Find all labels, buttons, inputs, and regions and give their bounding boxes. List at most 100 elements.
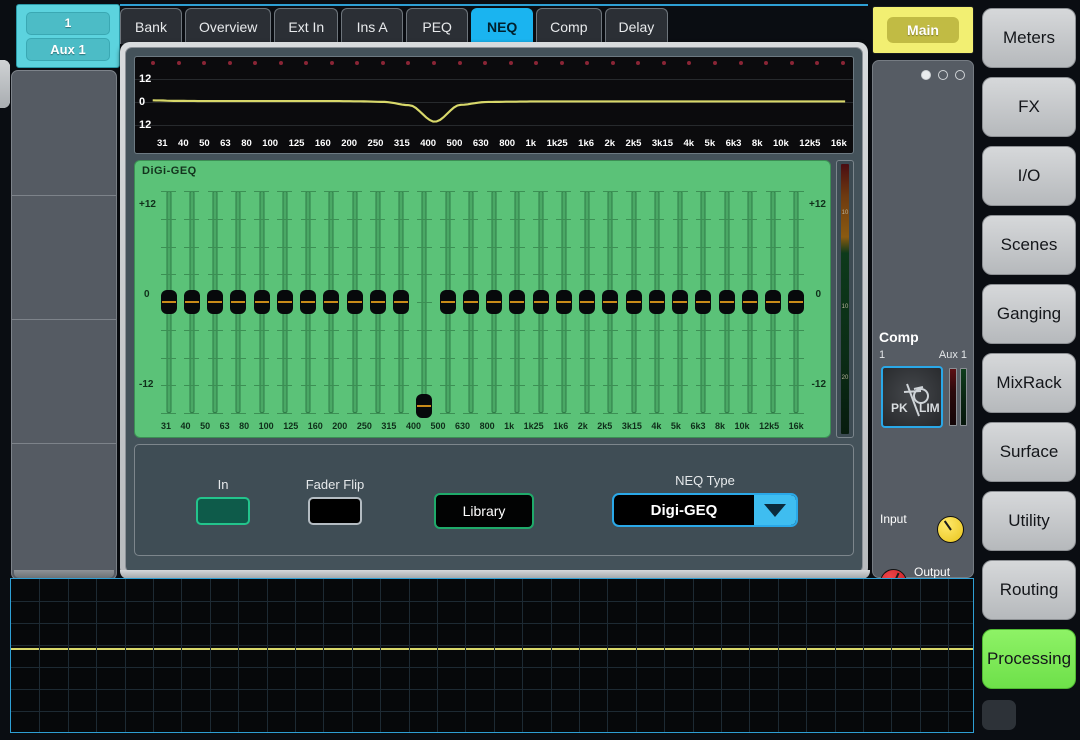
geq-panel[interactable]: DiGi-GEQ +12 0 -12 +12 0 -12 31 40 50 63 80 1… <box>134 160 831 438</box>
fader-cap[interactable] <box>160 290 177 314</box>
geq-fader-10k[interactable] <box>741 189 758 415</box>
nav-meters[interactable]: Meters <box>982 8 1076 68</box>
tab-peq[interactable]: PEQ <box>406 8 469 44</box>
fader-cap[interactable] <box>695 290 712 314</box>
nav-i-o[interactable]: I/O <box>982 146 1076 206</box>
input-knob[interactable] <box>937 516 964 543</box>
channel-selector[interactable]: 1 Aux 1 <box>16 4 120 68</box>
geq-fader-6k3[interactable] <box>695 189 712 415</box>
tick <box>695 218 711 220</box>
tick <box>556 357 572 359</box>
tab-overview[interactable]: Overview <box>185 8 272 44</box>
fader-cap[interactable] <box>462 290 479 314</box>
compressor-model-thumbnail[interactable]: PK LIM <box>881 366 943 428</box>
tab-delay[interactable]: Delay <box>604 8 669 44</box>
geq-fader-63[interactable] <box>230 189 247 415</box>
nav-utility[interactable]: Utility <box>982 491 1076 551</box>
nav-processing[interactable]: Processing <box>982 629 1076 689</box>
geq-fader-16k[interactable] <box>788 189 805 415</box>
fader-cap[interactable] <box>323 290 340 314</box>
geq-fader-315[interactable] <box>393 189 409 415</box>
fader-cap[interactable] <box>532 290 549 314</box>
geq-fader-630[interactable] <box>462 189 479 415</box>
geq-fader-40[interactable] <box>183 189 200 415</box>
edge-tab[interactable] <box>0 60 10 108</box>
in-toggle-button[interactable] <box>196 497 250 525</box>
geq-fader-12k5[interactable] <box>765 189 781 415</box>
fader-cap[interactable] <box>672 290 688 314</box>
nav-mixrack[interactable]: MixRack <box>982 353 1076 413</box>
geq-fader-3k15[interactable] <box>625 189 642 415</box>
fader-cap[interactable] <box>183 290 200 314</box>
page-indicator[interactable] <box>921 70 965 80</box>
tab-ins-a[interactable]: Ins A <box>341 8 404 44</box>
tab-neq[interactable]: NEQ <box>471 8 534 44</box>
fader-cap[interactable] <box>625 290 642 314</box>
fader-cap[interactable] <box>439 290 456 314</box>
page-dot-1[interactable] <box>921 70 931 80</box>
geq-fader-400[interactable] <box>416 189 433 418</box>
geq-fader-31[interactable] <box>160 189 177 415</box>
page-dot-2[interactable] <box>938 70 948 80</box>
fader-cap[interactable] <box>555 290 572 314</box>
eq-response-graph[interactable]: 12 0 12 31 40 50 63 80 100 125 160 200 250 315 400 5… <box>134 56 854 154</box>
fader-cap[interactable] <box>486 290 502 314</box>
tick <box>323 274 339 276</box>
fader-cap[interactable] <box>602 290 619 314</box>
fader-cap[interactable] <box>300 290 316 314</box>
fader-cap[interactable] <box>393 290 409 314</box>
geq-fader-200[interactable] <box>346 189 363 415</box>
geq-fader-100[interactable] <box>276 189 293 415</box>
bottom-eq-display[interactable] <box>10 578 974 733</box>
fader-cap[interactable] <box>741 290 758 314</box>
tick <box>765 413 781 414</box>
geq-fader-8k[interactable] <box>718 189 735 415</box>
geq-fader-2k[interactable] <box>579 189 595 415</box>
fader-cap[interactable] <box>718 290 735 314</box>
geq-fader-2k5[interactable] <box>602 189 619 415</box>
nav-ganging[interactable]: Ganging <box>982 284 1076 344</box>
nav-surface[interactable]: Surface <box>982 422 1076 482</box>
fader-cap[interactable] <box>648 290 665 314</box>
geq-fader-50[interactable] <box>207 189 223 415</box>
fader-cap[interactable] <box>509 290 526 314</box>
fader-cap[interactable] <box>579 290 595 314</box>
fader-cap[interactable] <box>230 290 247 314</box>
neq-type-dropdown[interactable]: Digi-GEQ <box>612 493 798 527</box>
channel-name[interactable]: Aux 1 <box>26 37 110 61</box>
geq-fader-160[interactable] <box>323 189 340 415</box>
chevron-down-icon[interactable] <box>754 495 796 525</box>
geq-fader-80[interactable] <box>253 189 270 415</box>
library-button[interactable]: Library <box>434 493 534 529</box>
fader-cap[interactable] <box>788 290 805 314</box>
geq-fader-1k25[interactable] <box>532 189 549 415</box>
tab-ext-in[interactable]: Ext In <box>274 8 339 44</box>
fader-cap[interactable] <box>276 290 293 314</box>
geq-fader-bank[interactable] <box>160 189 805 418</box>
fader-cap[interactable] <box>765 290 781 314</box>
fader-cap[interactable] <box>369 290 386 314</box>
geq-fader-1k6[interactable] <box>555 189 572 415</box>
geq-fader-250[interactable] <box>369 189 386 415</box>
main-mix-button[interactable]: Main <box>872 6 974 54</box>
geq-fader-500[interactable] <box>439 189 456 415</box>
geq-fader-5k[interactable] <box>672 189 688 415</box>
fader-cap[interactable] <box>346 290 363 314</box>
tab-comp[interactable]: Comp <box>536 8 602 44</box>
fader-flip-button[interactable] <box>308 497 362 525</box>
tick <box>370 191 386 192</box>
geq-fader-125[interactable] <box>300 189 316 415</box>
fader-cap[interactable] <box>416 393 433 418</box>
nav-scenes[interactable]: Scenes <box>982 215 1076 275</box>
fader-cap[interactable] <box>207 290 223 314</box>
tab-bank[interactable]: Bank <box>120 8 182 44</box>
page-dot-3[interactable] <box>955 70 965 80</box>
nav-fx[interactable]: FX <box>982 77 1076 137</box>
geq-fader-1k[interactable] <box>509 189 526 415</box>
geq-fader-4k[interactable] <box>648 189 665 415</box>
channel-number[interactable]: 1 <box>26 11 110 35</box>
nav-scroll-stub[interactable] <box>982 700 1016 730</box>
fader-cap[interactable] <box>253 290 270 314</box>
geq-fader-800[interactable] <box>486 189 502 415</box>
nav-routing[interactable]: Routing <box>982 560 1076 620</box>
